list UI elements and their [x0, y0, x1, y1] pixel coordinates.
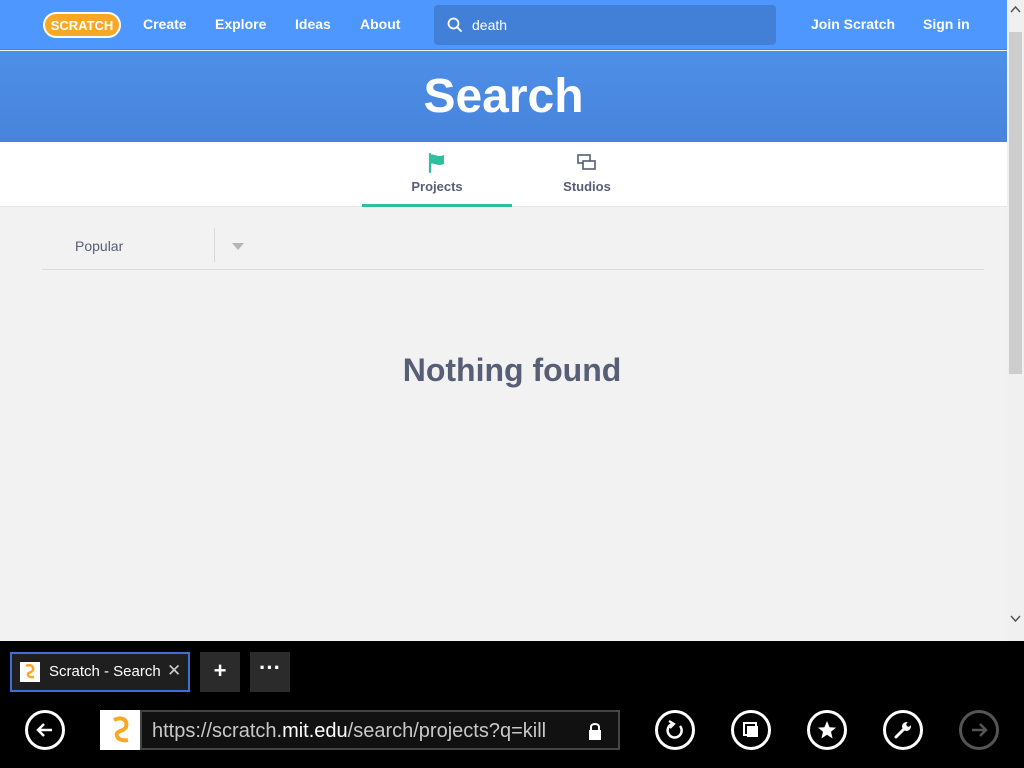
flag-icon — [428, 152, 444, 174]
site-favicon-icon — [100, 710, 140, 750]
refresh-button[interactable] — [655, 710, 695, 750]
sign-in-link[interactable]: Sign in — [923, 16, 970, 32]
nav-about-link[interactable]: About — [360, 16, 400, 32]
tab-studios[interactable]: Studios — [512, 142, 662, 207]
page-title: Search — [423, 70, 584, 123]
more-options-button[interactable]: ··· — [250, 652, 290, 692]
scratch-favicon-icon — [20, 662, 40, 682]
address-url: https://scratch.mit.edu/search/projects?… — [152, 720, 547, 742]
search-tabs: Projects Studios — [0, 142, 1007, 207]
tab-projects-label: Projects — [411, 179, 463, 194]
search-banner: Search — [0, 51, 1007, 142]
search-icon — [447, 17, 462, 32]
tab-projects[interactable]: Projects — [362, 142, 512, 207]
favorites-button[interactable] — [807, 710, 847, 750]
address-bar[interactable]: https://scratch.mit.edu/search/projects?… — [140, 710, 620, 750]
close-tab-icon[interactable]: ✕ — [167, 661, 181, 681]
tabs-icon — [743, 722, 758, 737]
forward-button[interactable] — [959, 710, 999, 750]
web-viewport: SCRATCH Create Explore Ideas About Join … — [0, 0, 1007, 641]
scroll-down-icon[interactable] — [1010, 613, 1021, 624]
browser-chrome: Scratch - Search ✕ + ··· https://scratch… — [0, 641, 1024, 768]
star-icon — [818, 721, 836, 739]
scroll-thumb[interactable] — [1009, 32, 1022, 374]
lock-icon — [589, 723, 601, 740]
browser-tab[interactable]: Scratch - Search ✕ — [10, 652, 190, 692]
studios-icon — [577, 154, 596, 170]
nav-ideas-link[interactable]: Ideas — [295, 16, 331, 32]
vertical-scrollbar[interactable] — [1007, 0, 1024, 641]
search-input[interactable] — [472, 13, 762, 37]
wrench-icon — [894, 722, 911, 739]
nav-create-link[interactable]: Create — [143, 16, 187, 32]
empty-results-message: Nothing found — [402, 352, 622, 388]
new-tab-button[interactable]: + — [200, 652, 240, 692]
logo-text: SCRATCH — [51, 18, 114, 33]
scroll-up-icon[interactable] — [1010, 4, 1021, 15]
tools-button[interactable] — [883, 710, 923, 750]
sort-selected-value: Popular — [75, 238, 124, 254]
tabs-button[interactable] — [731, 710, 771, 750]
join-scratch-link[interactable]: Join Scratch — [811, 16, 895, 32]
sort-divider — [214, 228, 215, 262]
search-box[interactable] — [434, 5, 776, 45]
tab-studios-label: Studios — [563, 179, 611, 194]
arrow-right-icon — [972, 723, 988, 737]
sort-dropdown[interactable]: Popular — [42, 226, 984, 270]
scratch-logo[interactable]: SCRATCH — [42, 10, 122, 40]
caret-down-icon[interactable] — [231, 242, 245, 251]
arrow-left-icon — [36, 723, 52, 737]
browser-tab-title: Scratch - Search — [49, 663, 161, 680]
nav-explore-link[interactable]: Explore — [215, 16, 266, 32]
back-button[interactable] — [25, 710, 65, 750]
top-navbar: SCRATCH Create Explore Ideas About Join … — [0, 0, 1007, 50]
refresh-icon — [666, 720, 683, 739]
